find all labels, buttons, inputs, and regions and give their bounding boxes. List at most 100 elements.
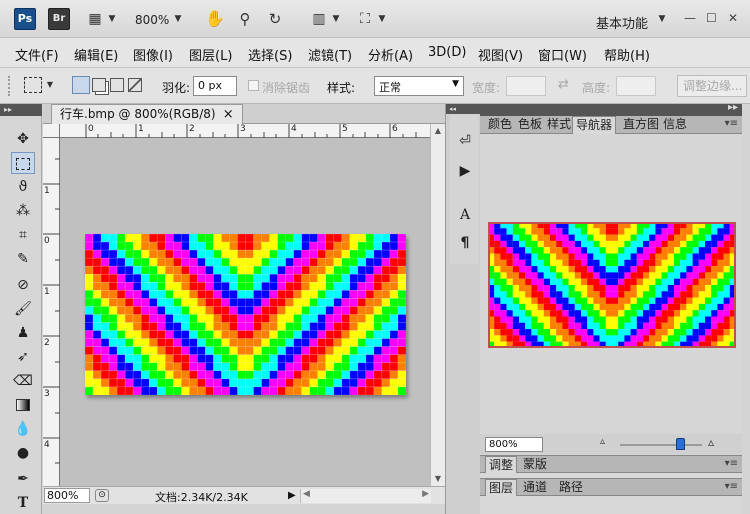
vertical-scrollbar[interactable]: ▲ ▼ <box>430 124 445 486</box>
magic-wand-tool-icon[interactable]: ⁂ <box>11 200 35 222</box>
chevron-down-icon[interactable]: ▼ <box>656 8 668 30</box>
swap-icon[interactable]: ⇄ <box>558 77 569 92</box>
menu-help[interactable]: 帮助(H) <box>604 45 650 64</box>
zoom-out-icon[interactable]: ▵ <box>600 436 605 447</box>
menu-analysis[interactable]: 分析(A) <box>368 45 413 64</box>
workspace-switcher[interactable]: 基本功能 <box>596 13 648 32</box>
maximize-icon[interactable]: ☐ <box>706 11 717 25</box>
menu-view[interactable]: 视图(V) <box>478 45 523 64</box>
horizontal-scrollbar[interactable]: ◀ ▶ <box>300 489 431 503</box>
hand-icon[interactable]: ✋ <box>204 8 226 30</box>
menu-layer[interactable]: 图层(L) <box>189 45 232 64</box>
height-input[interactable] <box>616 76 656 96</box>
zoom-icon[interactable]: ⚲ <box>234 8 256 30</box>
expand-dock-icon[interactable]: ◂◂ <box>446 104 480 114</box>
menu-image[interactable]: 图像(I) <box>133 45 173 64</box>
type-tool-icon[interactable]: T <box>11 492 35 514</box>
crop-tool-icon[interactable]: ⌗ <box>11 224 35 246</box>
history-brush-tool-icon[interactable]: ➶ <box>11 346 35 368</box>
chevron-down-icon[interactable]: ▼ <box>376 8 388 30</box>
menu-edit[interactable]: 编辑(E) <box>74 45 118 64</box>
close-icon[interactable]: ✕ <box>728 11 738 25</box>
vertical-ruler[interactable]: 1 0 1 2 3 4 <box>43 138 60 486</box>
panel-menu-icon[interactable]: ▾≡ <box>725 481 738 492</box>
new-selection-icon[interactable] <box>72 76 90 94</box>
arrange-icon[interactable]: ▥ <box>308 8 330 30</box>
document-tab[interactable]: 行车.bmp @ 800%(RGB/8) × <box>51 104 243 124</box>
marquee-preset-icon[interactable] <box>24 77 42 93</box>
clone-stamp-tool-icon[interactable]: ♟ <box>11 322 35 344</box>
refine-edge-button[interactable]: 调整边缘... <box>677 75 747 97</box>
slider-thumb[interactable] <box>676 438 685 450</box>
actions-icon[interactable]: ▶ <box>454 160 476 182</box>
rotate-icon[interactable]: ↻ <box>264 8 286 30</box>
brush-tool-icon[interactable]: 🖌 <box>11 298 35 320</box>
panel-menu-icon[interactable]: ▾≡ <box>725 458 738 469</box>
rectangular-marquee-tool-icon[interactable] <box>11 152 35 174</box>
menu-3d[interactable]: 3D(D) <box>428 45 466 60</box>
tab-color[interactable]: 颜色 <box>485 116 515 134</box>
scroll-left-icon[interactable]: ◀ <box>303 489 310 499</box>
navigator-zoom-input[interactable]: 800% <box>485 437 543 452</box>
feather-input[interactable]: 0 px <box>193 76 237 96</box>
film-icon[interactable]: ▦ <box>84 8 106 30</box>
scroll-down-icon[interactable]: ▼ <box>432 472 444 486</box>
tab-channels[interactable]: 通道 <box>520 479 550 497</box>
style-select[interactable]: 正常 ▼ <box>374 76 464 96</box>
add-selection-icon[interactable] <box>92 78 106 92</box>
history-icon[interactable]: ⏎ <box>454 130 476 152</box>
tab-info[interactable]: 信息 <box>660 116 690 134</box>
tab-layers[interactable]: 图层 <box>485 479 518 497</box>
horizontal-ruler[interactable]: 0 1 2 3 4 5 6 <box>60 124 430 138</box>
dodge-tool-icon[interactable]: ● <box>11 442 35 464</box>
zoom-in-icon[interactable]: ▵ <box>708 435 714 449</box>
navigator-zoom-slider[interactable] <box>620 444 702 446</box>
tab-swatches[interactable]: 色板 <box>515 116 545 134</box>
lasso-tool-icon[interactable]: ϑ <box>11 176 35 198</box>
healing-brush-tool-icon[interactable]: ⊘ <box>11 274 35 296</box>
bridge-launch-button[interactable]: Br <box>48 8 70 30</box>
menu-window[interactable]: 窗口(W) <box>538 45 587 64</box>
ruler-origin[interactable] <box>43 124 60 138</box>
status-menu-arrow-icon[interactable]: ▶ <box>288 490 296 501</box>
scroll-right-icon[interactable]: ▶ <box>422 489 429 499</box>
subtract-selection-icon[interactable] <box>110 78 124 92</box>
menu-select[interactable]: 选择(S) <box>248 45 292 64</box>
grip-handle[interactable] <box>8 76 12 96</box>
chevron-down-icon[interactable]: ▼ <box>44 74 56 96</box>
move-tool-icon[interactable]: ✥ <box>11 128 35 150</box>
tab-adjustments[interactable]: 调整 <box>485 456 518 474</box>
canvas-area[interactable] <box>60 138 430 486</box>
collapse-panels-icon[interactable]: ▸▸ <box>728 102 738 113</box>
blur-tool-icon[interactable]: 💧 <box>11 418 35 440</box>
menu-filter[interactable]: 滤镜(T) <box>308 45 352 64</box>
image-canvas[interactable] <box>85 234 406 395</box>
tab-paths[interactable]: 路径 <box>556 479 586 497</box>
minimize-icon[interactable]: — <box>684 11 696 25</box>
zoom-level-dropdown[interactable]: 800% <box>135 13 169 27</box>
antialias-checkbox[interactable] <box>248 80 259 91</box>
close-icon[interactable]: × <box>223 105 234 124</box>
tab-navigator[interactable]: 导航器 <box>572 116 617 134</box>
tab-styles[interactable]: 样式 <box>544 116 574 134</box>
screen-mode-icon[interactable]: ⛶ <box>354 8 376 30</box>
eyedropper-tool-icon[interactable]: ✎ <box>11 248 35 270</box>
paragraph-icon[interactable]: ¶ <box>454 232 476 254</box>
eraser-tool-icon[interactable]: ⌫ <box>11 370 35 392</box>
status-info-icon[interactable]: ⊙ <box>95 489 109 502</box>
gradient-tool-icon[interactable] <box>11 394 35 416</box>
intersect-selection-icon[interactable] <box>128 78 142 92</box>
chevron-down-icon[interactable]: ▼ <box>172 8 184 30</box>
tab-masks[interactable]: 蒙版 <box>520 456 550 474</box>
chevron-down-icon[interactable]: ▼ <box>106 8 118 30</box>
status-zoom-field[interactable]: 800% <box>44 488 90 503</box>
scroll-up-icon[interactable]: ▲ <box>432 124 444 138</box>
character-icon[interactable]: A <box>454 204 476 226</box>
navigator-thumbnail[interactable] <box>488 222 736 348</box>
pen-tool-icon[interactable]: ✒ <box>11 468 35 490</box>
menu-file[interactable]: 文件(F) <box>15 45 59 64</box>
collapse-toolbox-icon[interactable]: ▸▸ <box>0 104 42 116</box>
panel-menu-icon[interactable]: ▾≡ <box>725 118 738 129</box>
tab-histogram[interactable]: 直方图 <box>620 116 662 134</box>
width-input[interactable] <box>506 76 546 96</box>
